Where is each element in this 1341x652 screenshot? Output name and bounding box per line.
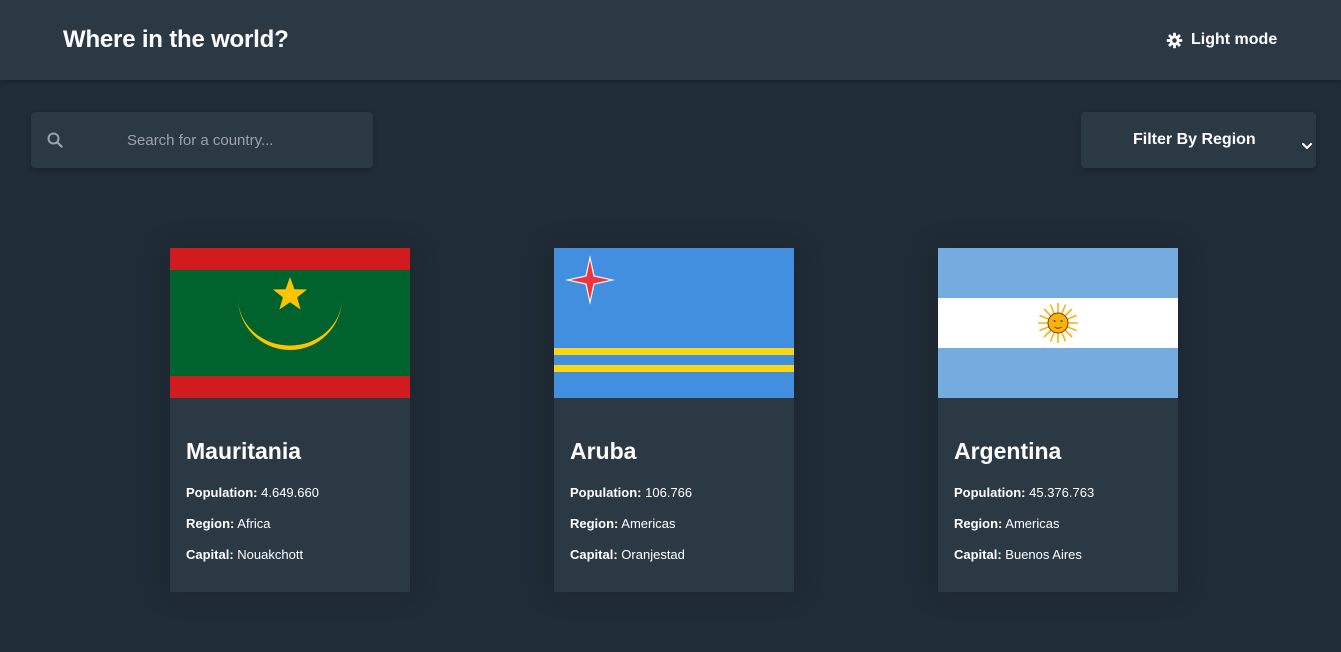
country-population: Population: 106.766 [570,485,693,500]
country-capital: Capital: Buenos Aires [954,547,1082,562]
app-title: Where in the world? [63,26,289,53]
country-capital: Capital: Oranjestad [570,547,685,562]
country-card-argentina[interactable]: Argentina Population: 45.376.763 Region:… [938,248,1178,592]
region-filter-select[interactable]: Filter By Region [1081,112,1316,168]
search-box[interactable] [31,112,373,168]
aruba-flag [554,248,794,398]
country-card-mauritania[interactable]: Mauritania Population: 4.649.660 Region:… [170,248,410,592]
country-population: Population: 45.376.763 [954,485,1095,500]
search-icon [47,132,63,153]
country-capital: Capital: Nouakchott [186,547,304,562]
region-filter-label: Filter By Region [1133,131,1256,148]
top-bar: Where in the world? Light mode [0,0,1341,80]
country-population: Population: 4.649.660 [186,485,319,500]
country-region: Region: Americas [570,516,676,531]
country-name: Argentina [954,438,1062,464]
country-card-aruba[interactable]: Aruba Population: 106.766 Region: Americ… [554,248,794,592]
argentina-flag [938,248,1178,398]
country-name: Mauritania [186,438,302,464]
mauritania-flag [170,248,410,398]
theme-toggle-button[interactable]: Light mode [1166,29,1277,51]
sun-gear-icon [1166,32,1183,49]
country-region: Region: Africa [186,516,271,531]
country-region: Region: Americas [954,516,1060,531]
chevron-down-icon [1302,137,1312,155]
country-name: Aruba [570,438,637,464]
theme-toggle-label: Light mode [1191,31,1278,48]
search-input[interactable] [127,112,357,168]
